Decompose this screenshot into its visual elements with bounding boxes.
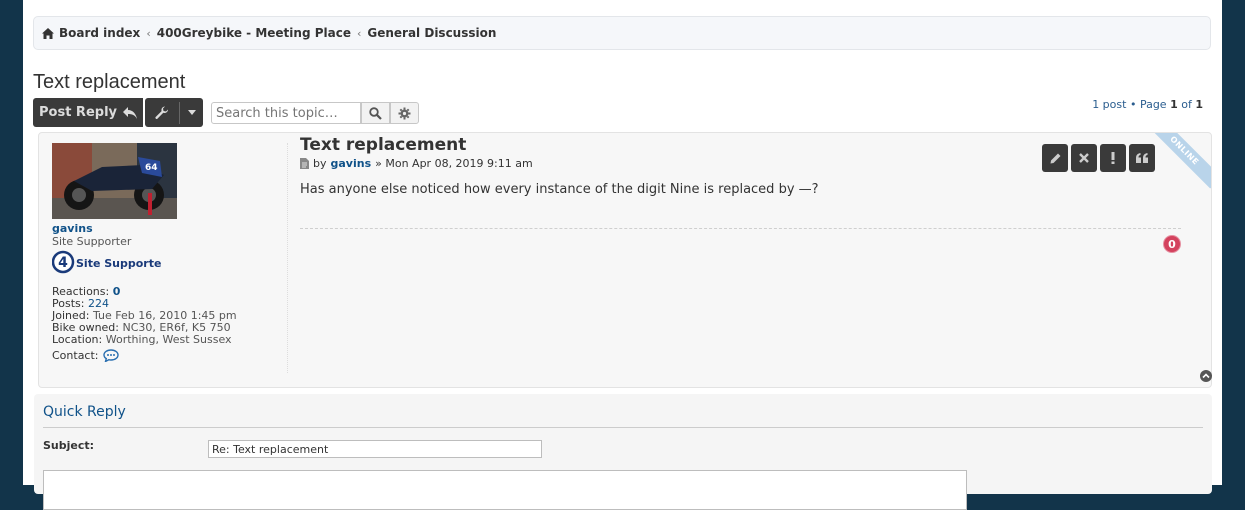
quick-reply-title: Quick Reply <box>43 404 126 420</box>
caret-down-icon <box>187 110 196 115</box>
post-count: 1 post <box>1092 98 1127 111</box>
quote-button[interactable] <box>1129 144 1155 172</box>
reactions-count-link[interactable]: 0 <box>113 285 121 298</box>
post-profile: 64 gavins Site Supporter 4 Site Supporte… <box>51 143 288 373</box>
chat-bubble-icon[interactable] <box>102 349 119 362</box>
search-input[interactable] <box>211 102 361 124</box>
home-icon <box>42 27 54 39</box>
post-content: Has anyone else noticed how every instan… <box>300 182 819 197</box>
rank-title: Site Supporter <box>52 235 132 248</box>
post-buttons <box>1042 144 1155 172</box>
profile-field-location: Location: Worthing, West Sussex <box>52 334 287 346</box>
reply-icon <box>123 106 137 119</box>
quote-icon <box>1136 153 1148 163</box>
page-word: Page <box>1139 98 1167 111</box>
topic-title[interactable]: Text replacement <box>33 71 185 94</box>
avatar[interactable]: 64 <box>52 143 177 219</box>
current-page: 1 <box>1170 98 1178 111</box>
pagination: 1 post • Page 1 of 1 <box>1092 98 1203 111</box>
pencil-icon <box>1050 153 1060 163</box>
post-reply-label: Post Reply <box>39 105 117 120</box>
rank-badge: 4 Site Supporter <box>51 250 287 280</box>
chevron-left-icon: ‹ <box>356 26 362 40</box>
total-pages: 1 <box>1195 98 1203 111</box>
profile-field-value: Worthing, West Sussex <box>105 333 232 346</box>
subject-input[interactable] <box>208 440 542 458</box>
post-date: » Mon Apr 08, 2019 9:11 am <box>375 157 533 170</box>
rank-badge-number: 4 <box>58 255 68 271</box>
search-button[interactable] <box>361 102 390 124</box>
action-bar: Post Reply 1 post • Page 1 of 1 <box>33 98 1213 128</box>
bike-number: 64 <box>145 163 158 173</box>
profile-field-label: Location: <box>52 333 103 346</box>
back-to-top-icon[interactable] <box>1200 370 1212 382</box>
breadcrumb-item-board-index[interactable]: Board index <box>59 26 140 40</box>
search-icon <box>369 106 382 120</box>
reaction-count[interactable]: 0 <box>1163 235 1181 253</box>
by-label: by <box>313 157 327 170</box>
post: 64 gavins Site Supporter 4 Site Supporte… <box>38 132 1212 388</box>
page-container: Board index ‹ 400Greybike - Meeting Plac… <box>23 0 1222 510</box>
delete-button[interactable] <box>1071 144 1097 172</box>
username-link[interactable]: gavins <box>52 222 287 235</box>
post-author-link[interactable]: gavins <box>331 157 372 170</box>
breadcrumb: Board index ‹ 400Greybike - Meeting Plac… <box>33 16 1211 50</box>
wrench-icon <box>155 105 169 119</box>
chevron-left-icon: ‹ <box>146 26 151 40</box>
post-divider <box>300 228 1181 229</box>
message-textarea[interactable] <box>43 470 967 510</box>
of-word: of <box>1181 98 1192 111</box>
subject-label: Subject: <box>43 439 95 452</box>
topic-tools-button[interactable] <box>145 98 203 127</box>
advanced-search-button[interactable] <box>390 102 419 124</box>
rank-badge-text: Site Supporter <box>76 257 162 270</box>
exclamation-icon <box>1111 152 1115 164</box>
edit-button[interactable] <box>1042 144 1068 172</box>
gear-icon <box>398 107 411 119</box>
post-reply-button[interactable]: Post Reply <box>33 98 143 127</box>
profile-contact: Contact: <box>52 349 287 362</box>
breadcrumb-home[interactable]: Board index <box>42 26 140 40</box>
quick-reply-divider <box>43 427 1203 428</box>
document-icon[interactable] <box>300 158 309 169</box>
report-button[interactable] <box>1100 144 1126 172</box>
breadcrumb-item-subforum[interactable]: General Discussion <box>367 26 496 40</box>
quick-reply-panel: Quick Reply Subject: <box>34 394 1212 510</box>
contact-label: Contact: <box>52 348 99 362</box>
close-icon <box>1079 153 1089 163</box>
breadcrumb-item-forum[interactable]: 400Greybike - Meeting Place <box>157 26 351 40</box>
